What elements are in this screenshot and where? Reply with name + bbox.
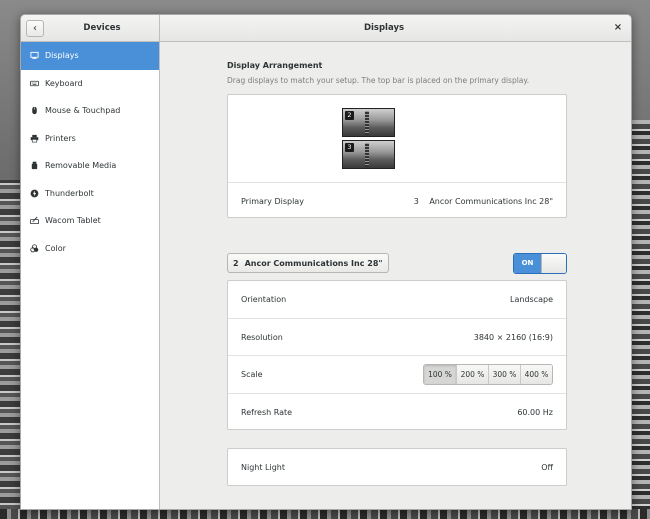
refresh-rate-value: 60.00 Hz	[517, 408, 553, 417]
sidebar-item-label: Mouse & Touchpad	[45, 106, 121, 116]
desktop-background-right	[631, 120, 650, 519]
primary-display-name: Ancor Communications Inc 28"	[429, 196, 553, 206]
monitor-number-badge: 2	[345, 111, 354, 120]
sidebar-item-label: Wacom Tablet	[45, 216, 101, 226]
monitor-wallpaper	[365, 143, 369, 167]
settings-window: ‹ Devices Displays × Displays Keyboard M…	[20, 14, 632, 510]
display-selector-button[interactable]: 2 Ancor Communications Inc 28"	[227, 253, 389, 273]
display-settings-panel: Orientation Landscape Resolution 3840 × …	[227, 280, 567, 430]
close-icon: ×	[613, 22, 623, 33]
orientation-value: Landscape	[510, 295, 553, 304]
header-bar: ‹ Devices Displays ×	[21, 15, 631, 42]
close-button[interactable]: ×	[611, 21, 625, 35]
scale-100-button[interactable]: 100 %	[424, 364, 456, 384]
switch-on-label: ON	[514, 254, 541, 273]
sidebar-item-wacom-tablet[interactable]: Wacom Tablet	[21, 207, 159, 235]
page-title: Displays	[363, 23, 405, 33]
mouse-icon	[29, 105, 40, 116]
scale-400-button[interactable]: 400 %	[520, 364, 552, 384]
resolution-label: Resolution	[241, 332, 283, 342]
monitor-number-badge: 3	[345, 143, 354, 152]
printer-icon	[29, 133, 40, 144]
monitor-thumbnail-2[interactable]: 2	[342, 108, 395, 137]
night-light-label: Night Light	[241, 462, 285, 472]
sidebar-item-label: Color	[45, 243, 66, 253]
resolution-row[interactable]: Resolution 3840 × 2160 (16:9)	[228, 318, 566, 355]
resolution-value: 3840 × 2160 (16:9)	[473, 332, 553, 342]
display-arrangement-title: Display Arrangement	[227, 61, 323, 70]
selected-display-name: Ancor Communications Inc 28"	[244, 258, 383, 268]
monitor-thumbnail-3[interactable]: 3	[342, 140, 395, 169]
sidebar: Displays Keyboard Mouse & Touchpad Print…	[21, 42, 160, 509]
night-light-row[interactable]: Night Light Off	[228, 449, 566, 485]
sidebar-item-thunderbolt[interactable]: Thunderbolt	[21, 180, 159, 208]
sidebar-item-label: Removable Media	[45, 161, 117, 171]
scale-300-button[interactable]: 300 %	[488, 364, 520, 384]
sidebar-item-printers[interactable]: Printers	[21, 125, 159, 153]
display-icon	[29, 50, 40, 61]
refresh-rate-row[interactable]: Refresh Rate 60.00 Hz	[228, 393, 566, 431]
sidebar-item-color[interactable]: Color	[21, 235, 159, 263]
primary-display-value: 3 Ancor Communications Inc 28"	[414, 197, 553, 206]
refresh-rate-label: Refresh Rate	[241, 408, 293, 417]
color-icon	[29, 243, 40, 254]
night-light-value: Off	[541, 462, 553, 472]
primary-display-label: Primary Display	[241, 196, 304, 206]
tablet-icon	[29, 215, 40, 226]
scale-label: Scale	[241, 369, 263, 379]
main-content: Display Arrangement Drag displays to mat…	[161, 42, 631, 509]
sidebar-item-removable-media[interactable]: Removable Media	[21, 152, 159, 180]
sidebar-item-displays[interactable]: Displays	[21, 42, 159, 70]
sidebar-item-mouse-touchpad[interactable]: Mouse & Touchpad	[21, 97, 159, 125]
display-arrangement-subtitle: Drag displays to match your setup. The t…	[227, 76, 530, 85]
sidebar-title: Devices	[83, 23, 121, 33]
removable-media-icon	[29, 160, 40, 171]
display-enable-switch[interactable]: ON	[513, 253, 567, 274]
primary-display-row[interactable]: Primary Display 3 Ancor Communications I…	[228, 183, 566, 219]
display-arrangement-panel: 2 3 Primary Display 3 Ancor Communicatio…	[227, 94, 567, 218]
chevron-left-icon: ‹	[33, 23, 37, 34]
night-light-panel: Night Light Off	[227, 448, 567, 486]
primary-display-number: 3	[413, 196, 419, 206]
sidebar-item-label: Thunderbolt	[45, 188, 94, 198]
sidebar-item-keyboard[interactable]: Keyboard	[21, 70, 159, 98]
orientation-label: Orientation	[241, 295, 287, 304]
sidebar-item-label: Displays	[45, 51, 79, 61]
scale-row: Scale 100 % 200 % 300 % 400 %	[228, 355, 566, 392]
selected-display-number: 2	[233, 258, 239, 268]
scale-200-button[interactable]: 200 %	[456, 364, 488, 384]
orientation-row[interactable]: Orientation Landscape	[228, 281, 566, 318]
sidebar-item-label: Keyboard	[45, 78, 83, 88]
desktop-background-left	[0, 180, 20, 519]
scale-button-group: 100 % 200 % 300 % 400 %	[423, 363, 553, 385]
arrangement-canvas: 2 3	[228, 95, 566, 183]
switch-knob[interactable]	[541, 254, 566, 273]
back-button[interactable]: ‹	[26, 20, 44, 37]
keyboard-icon	[29, 78, 40, 89]
thunderbolt-icon	[29, 188, 40, 199]
sidebar-header: ‹ Devices	[21, 15, 160, 42]
sidebar-item-label: Printers	[45, 133, 76, 143]
monitor-wallpaper	[365, 111, 369, 135]
desktop-background-bottom	[0, 509, 650, 519]
